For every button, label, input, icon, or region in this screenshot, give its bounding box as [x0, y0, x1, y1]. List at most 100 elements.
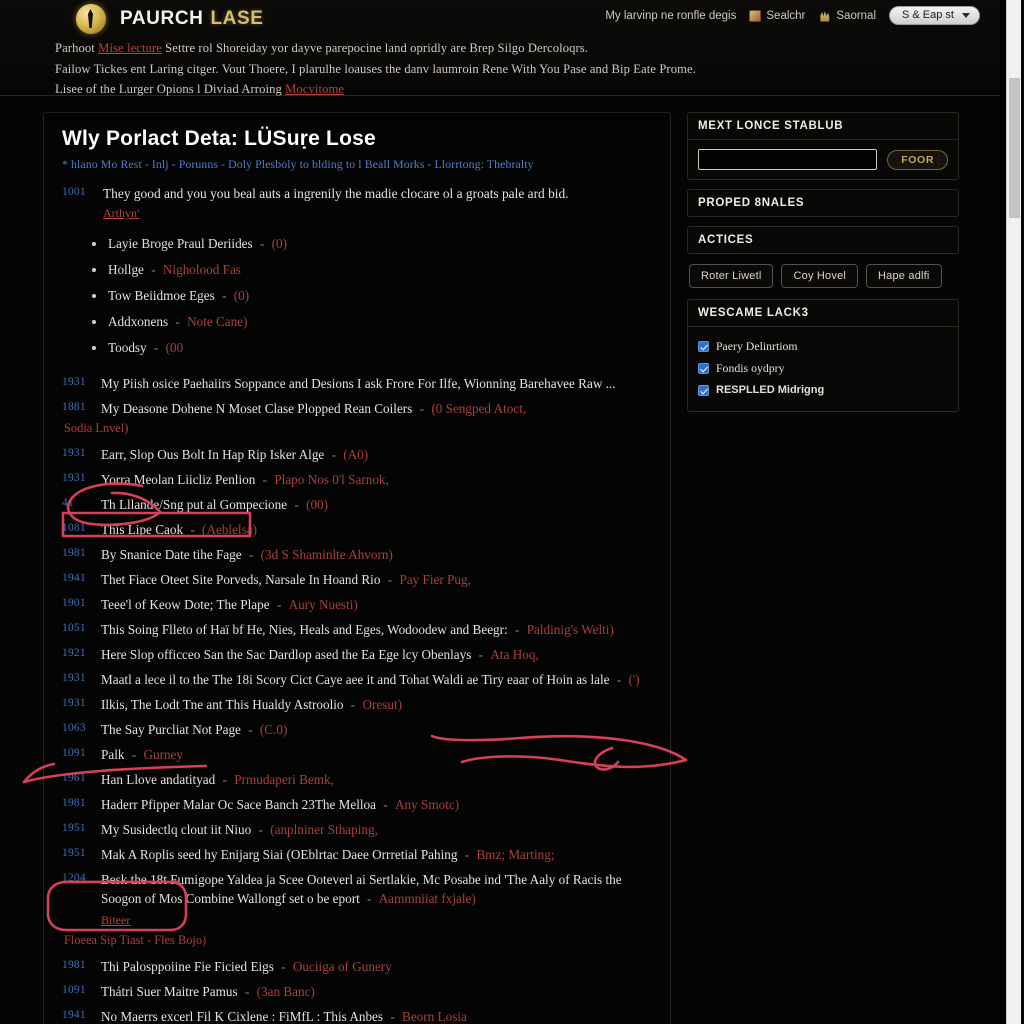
search-input[interactable]	[698, 149, 878, 170]
nav-item-account[interactable]: My larvinp ne ronfle degis	[605, 10, 736, 22]
breadcrumb-item-0[interactable]: * hlano Mo Rest	[62, 157, 142, 171]
row-title[interactable]: My Piish osice Paehaiirs Soppance and De…	[101, 376, 616, 391]
listing-row[interactable]: 1961 Han Llove andatityad - Prmudaperi Be…	[62, 767, 652, 792]
listing-row[interactable]: 1941 Thet Fiace Oteet Site Porveds, Narsa…	[62, 567, 652, 592]
row-meta[interactable]: (Aeblelsa)	[202, 522, 257, 537]
row-title[interactable]: The Say Purcliat Not Page	[101, 722, 241, 737]
row-meta[interactable]: Ata Hoq,	[490, 647, 538, 662]
listing-row[interactable]: 1931 Yorra Meolan Liicliz Penlion - Plapo…	[62, 467, 652, 492]
listing-row[interactable]: 1981 Thi Palosppoiine Fie Ficied Eigs - O…	[62, 954, 652, 979]
listing-row[interactable]: 1931 Ilkis, The Lodt Tne ant This Hualdy …	[62, 692, 652, 717]
action-button-2[interactable]: Hape adlfi	[866, 264, 942, 288]
bullet-item[interactable]: Toodsy - (00	[92, 335, 652, 361]
row-title[interactable]: Besk the 18t Fumigope Yaldea ja Scee Oot…	[101, 872, 622, 906]
listing-row[interactable]: 1921 Here Slop officceo San the Sac Dardl…	[62, 642, 652, 667]
bullet-item[interactable]: Hollge - Nigholood Fas	[92, 257, 652, 283]
row-meta[interactable]: Paldinig's Welti)	[527, 622, 614, 637]
row-title[interactable]: Han Llove andatityad	[101, 772, 215, 787]
row-title[interactable]: Thi Palosppoiine Fie Ficied Eigs	[101, 959, 274, 974]
row-meta[interactable]: (A0)	[343, 447, 368, 462]
listing-row[interactable]: 1931 My Piish osice Paehaiirs Soppance an…	[62, 371, 652, 396]
listing-row[interactable]: 1931 Maatl a lece il to the The 18i Scory…	[62, 667, 652, 692]
listing-row[interactable]: 1901 Teee'l of Keow Dote; The Plape - Aur…	[62, 592, 652, 617]
row-title[interactable]: Th Lllande/Sng put al Gompecione	[101, 497, 287, 512]
search-submit-button[interactable]: FOOR	[887, 149, 948, 170]
bullet-meta[interactable]: Nigholood Fas	[163, 262, 241, 277]
intro-sub-link[interactable]: Arthyn'	[103, 206, 652, 221]
row-meta[interactable]: Pay Fier Pug,	[399, 572, 470, 587]
row-title[interactable]: Thet Fiace Oteet Site Porveds, Narsale I…	[101, 572, 380, 587]
row-title[interactable]: Mak A Roplis seed hy Enijarg Siai (OEblr…	[101, 847, 457, 862]
row-meta[interactable]: (00)	[306, 497, 328, 512]
breadcrumb-item-2[interactable]: Porunns	[179, 157, 218, 171]
row-meta[interactable]: Gurney	[143, 747, 183, 762]
brand-wordmark[interactable]: PAURCH LASE	[120, 8, 264, 30]
action-button-0[interactable]: Roter Liwetl	[689, 264, 774, 288]
row-meta[interactable]: Any Smotc)	[395, 797, 459, 812]
row-meta[interactable]: (0 Sengped Atoct,	[431, 401, 526, 416]
checkbox-checked-icon[interactable]	[698, 362, 709, 374]
header-dropdown[interactable]: S & Eap st	[889, 6, 980, 25]
bullet-item[interactable]: Layie Broge Praul Deriides - (0)	[92, 231, 652, 257]
row-meta[interactable]: (anplniner Sthaping,	[270, 822, 378, 837]
listing-row[interactable]: 1951 Mak A Roplis seed hy Enijarg Siai (O…	[62, 842, 652, 867]
row-meta[interactable]: Oresut)	[363, 697, 403, 712]
bullet-item[interactable]: Tow Beiidmoe Eges - (0)	[92, 283, 652, 309]
row-meta[interactable]: Bmz; Marting;	[476, 847, 554, 862]
row-meta[interactable]: (3d S Shaminlte Ahvorn)	[261, 547, 393, 562]
listing-row[interactable]: 1881 My Deasone Dohene N Moset Clase Plop…	[62, 396, 652, 421]
bullet-meta[interactable]: (00	[166, 340, 184, 355]
listing-row[interactable]: 1204 Besk the 18t Fumigope Yaldea ja Scee…	[62, 867, 652, 933]
row-title[interactable]: My Deasone Dohene N Moset Clase Plopped …	[101, 401, 412, 416]
bullet-meta[interactable]: Note Cane)	[187, 314, 247, 329]
row-title[interactable]: Ilkis, The Lodt Tne ant This Hualdy Astr…	[101, 697, 344, 712]
row-title[interactable]: Maatl a lece il to the The 18i Scory Cic…	[101, 672, 610, 687]
checkbox-list-item[interactable]: Fondis oydpry	[698, 357, 948, 379]
checkbox-list-item[interactable]: RESPLLED Midrigng	[698, 379, 948, 401]
breadcrumb-item-1[interactable]: Inlj	[152, 157, 169, 171]
row-overflow-text[interactable]: Sodia Lnvel)	[64, 421, 652, 436]
breadcrumb-item-3[interactable]: Doly Plesboly to blding to l Beall Morks	[228, 157, 424, 171]
row-title[interactable]: Yorra Meolan Liicliz Penlion	[101, 472, 255, 487]
breadcrumb-item-4[interactable]: Llorrtong: Thebralty	[434, 157, 533, 171]
row-overflow-text[interactable]: Floeea Sip Tiast - Fles Bojo)	[64, 933, 652, 948]
listing-row[interactable]: 1051 This Soing Flleto of Haï bf He, Nies…	[62, 617, 652, 642]
checkbox-checked-icon[interactable]	[698, 340, 709, 352]
row-title[interactable]: By Snanice Date tihe Fage	[101, 547, 242, 562]
row-meta[interactable]: (3an Banc)	[257, 984, 315, 999]
row-title[interactable]: My Susidectlq clout iit Niuo	[101, 822, 251, 837]
row-title[interactable]: Here Slop officceo San the Sac Dardlop a…	[101, 647, 471, 662]
row-title[interactable]: This Lipe Caok	[101, 522, 183, 537]
listing-row[interactable]: 1931 Earr, Slop Ous Bolt In Hap Rip Isker…	[62, 442, 652, 467]
row-meta[interactable]: Beorn Losia	[402, 1009, 467, 1024]
nav-item-search[interactable]: Sealchr	[749, 9, 805, 22]
checkbox-checked-icon[interactable]	[698, 384, 709, 396]
row-title[interactable]: Earr, Slop Ous Bolt In Hap Rip Isker Alg…	[101, 447, 324, 462]
row-title[interactable]: Thátri Suer Maitre Pamus	[101, 984, 238, 999]
listing-row[interactable]: 1981 Haderr Pfipper Malar Oc Sace Banch 2…	[62, 792, 652, 817]
row-meta[interactable]: Plapo Nos 0'l Sarnok,	[274, 472, 388, 487]
listing-row[interactable]: 1091 Palk - Gurney	[62, 742, 652, 767]
nav-item-saornal[interactable]: Saornal	[818, 10, 876, 22]
header-link-1[interactable]: Mise lecture	[98, 41, 162, 55]
scrollbar-thumb[interactable]	[1009, 78, 1020, 218]
bullet-item[interactable]: Addxonens - Note Cane)	[92, 309, 652, 335]
row-sub-link[interactable]: Biteer	[101, 911, 652, 930]
row-meta[interactable]: Ouciiga of Gunery	[293, 959, 392, 974]
listing-row[interactable]: 1081 This Lipe Caok - (Aeblelsa)	[62, 517, 652, 542]
row-meta[interactable]: Prmudaperi Bemk,	[234, 772, 334, 787]
listing-row[interactable]: 1941 No Maerrs excerl Fil K Cixlene : FiM…	[62, 1004, 652, 1024]
listing-row[interactable]: 1981 By Snanice Date tihe Fage - (3d S Sh…	[62, 542, 652, 567]
row-meta[interactable]: Aammniiat fxjale)	[379, 891, 476, 906]
action-button-1[interactable]: Coy Hovel	[781, 264, 859, 288]
listing-row[interactable]: 1091 Thátri Suer Maitre Pamus - (3an Banc…	[62, 979, 652, 1004]
row-title[interactable]: This Soing Flleto of Haï bf He, Nies, He…	[101, 622, 508, 637]
listing-row[interactable]: 1063 The Say Purcliat Not Page - (C.0)	[62, 717, 652, 742]
row-title[interactable]: Teee'l of Keow Dote; The Plape	[101, 597, 270, 612]
row-meta[interactable]: (C.0)	[260, 722, 287, 737]
vertical-scrollbar[interactable]	[1006, 0, 1021, 1024]
listing-row[interactable]: 41 Th Lllande/Sng put al Gompecione - (00…	[62, 492, 652, 517]
row-title[interactable]: Palk	[101, 747, 124, 762]
row-meta[interactable]: Aury Nuesti)	[289, 597, 358, 612]
row-title[interactable]: Haderr Pfipper Malar Oc Sace Banch 23The…	[101, 797, 376, 812]
